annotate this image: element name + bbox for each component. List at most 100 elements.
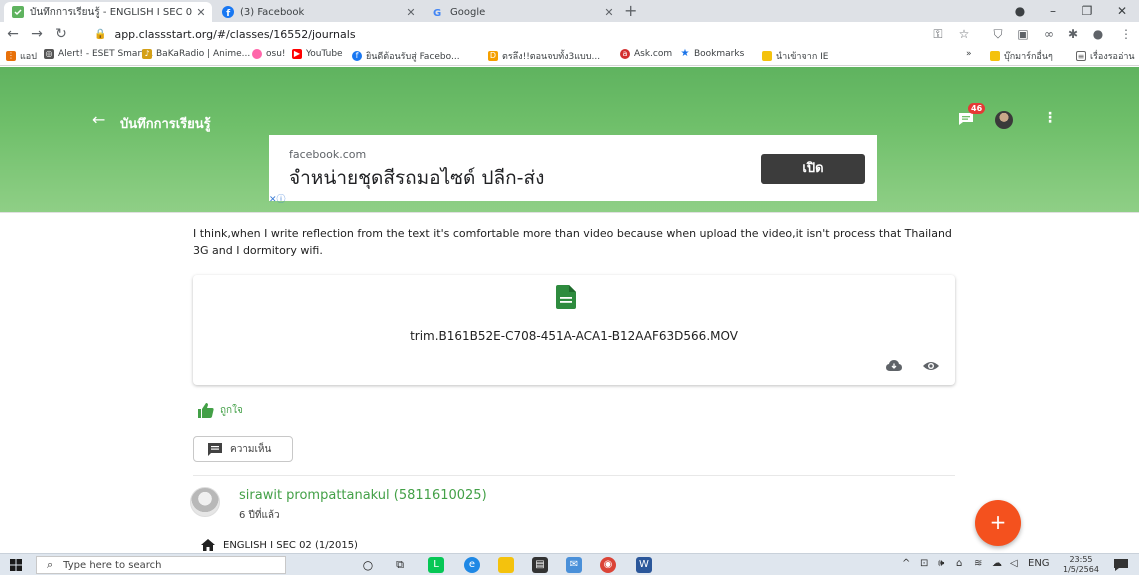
youtube-icon: ▶ xyxy=(292,49,302,59)
tab-title: บันทึกการเรียนรู้ - ENGLISH I SEC 0 xyxy=(30,6,193,18)
journal-text: I think,when I write reflection from the… xyxy=(193,227,952,257)
chrome-icon[interactable]: ◉ xyxy=(600,557,616,573)
ad-domain: facebook.com xyxy=(289,148,367,161)
wifi-icon[interactable]: ≋ xyxy=(974,558,982,569)
star-icon[interactable]: ☆ xyxy=(956,26,972,42)
back-arrow-icon[interactable]: ← xyxy=(92,110,105,129)
restore-button[interactable]: ❐ xyxy=(1077,1,1097,21)
more-vert-icon[interactable]: ⋮ xyxy=(1043,110,1057,126)
tab-facebook[interactable]: f (3) Facebook ✕ xyxy=(214,2,422,22)
bookmark-import-ie[interactable]: นำเข้าจาก IE xyxy=(762,49,828,63)
add-fab-button[interactable]: + xyxy=(975,500,1021,546)
tab-title: (3) Facebook xyxy=(240,6,305,18)
chevron-up-icon[interactable]: ^ xyxy=(902,558,910,569)
lock-icon: 🔒 xyxy=(94,28,107,40)
language-indicator[interactable]: ENG xyxy=(1028,558,1050,569)
bookmark-youtube[interactable]: ▶ YouTube xyxy=(292,49,343,59)
volume-icon[interactable]: 🕪 xyxy=(938,558,944,569)
osu-icon xyxy=(252,49,262,59)
back-arrow-icon[interactable]: ← xyxy=(4,24,22,44)
clock-time: 23:55 xyxy=(1069,555,1093,564)
taskbar-search-input[interactable]: ⌕ Type here to search xyxy=(36,556,286,574)
profile-avatar-icon[interactable]: ● xyxy=(1090,26,1106,42)
line-app-icon[interactable]: L xyxy=(428,557,444,573)
bookmark-bakaradio[interactable]: ♪ BaKaRadio | Anime... xyxy=(142,49,250,59)
like-button[interactable]: ถูกใจ xyxy=(198,403,243,418)
bookmark-bookmarks[interactable]: ★ Bookmarks xyxy=(680,49,745,60)
attachment-card[interactable]: trim.B161B52E-C708-451A-ACA1-B12AAF63D56… xyxy=(193,275,955,385)
ad-headline: จำหน่ายชุดสีรถมอไซด์ ปลีก-ส่ง xyxy=(289,167,545,189)
network-icon[interactable]: ⌂ xyxy=(956,558,962,569)
bookmark-osu[interactable]: osu! xyxy=(252,49,286,59)
tray-app-icon[interactable]: ⊡ xyxy=(920,558,928,569)
system-clock[interactable]: 23:55 1/5/2564 xyxy=(1063,555,1099,575)
search-placeholder: Type here to search xyxy=(63,559,162,571)
folder-icon xyxy=(990,51,1000,61)
forward-arrow-icon[interactable]: → xyxy=(28,24,46,44)
chat-bubble-icon xyxy=(959,113,973,125)
minimize-button[interactable]: – xyxy=(1043,1,1063,21)
eye-icon[interactable] xyxy=(923,359,939,373)
tab-google[interactable]: G Google ✕ xyxy=(424,2,620,22)
avatar[interactable] xyxy=(190,487,220,517)
close-icon[interactable]: ✕ xyxy=(404,6,418,19)
course-label: ENGLISH I SEC 02 (1/2015) xyxy=(223,539,358,551)
url-text: app.classstart.org/#/classes/16552/journ… xyxy=(114,27,356,41)
comment-button[interactable]: ความเห็น xyxy=(193,436,293,462)
cloud-download-icon[interactable] xyxy=(886,359,902,373)
bookmark-label: เรื่องรออ่าน xyxy=(1090,52,1135,62)
search-icon: ⌕ xyxy=(47,558,54,571)
bookmark-overflow[interactable]: » xyxy=(966,49,972,59)
apps-grid-icon: ⋮ xyxy=(6,51,16,61)
window-close-button[interactable]: ✕ xyxy=(1112,1,1132,21)
avatar[interactable] xyxy=(995,111,1013,129)
cortana-icon[interactable]: ○ xyxy=(360,557,376,573)
new-tab-button[interactable]: + xyxy=(624,2,637,20)
address-bar[interactable]: 🔒 app.classstart.org/#/classes/16552/jou… xyxy=(94,24,854,44)
page-title: บันทึกการเรียนรู้ xyxy=(120,117,211,132)
browser-tab-bar: บันทึกการเรียนรู้ - ENGLISH I SEC 0 ✕ f … xyxy=(0,0,1139,22)
ad-open-button[interactable]: เปิด xyxy=(761,154,865,184)
classstart-favicon-icon xyxy=(12,6,24,18)
profile-circle-icon[interactable]: ● xyxy=(1010,1,1030,21)
reload-icon[interactable]: ↻ xyxy=(52,24,70,44)
ad-banner[interactable]: facebook.com จำหน่ายชุดสีรถมอไซด์ ปลีก-ส… xyxy=(269,135,877,205)
speaker-mute-icon[interactable]: ◁ xyxy=(1010,558,1018,569)
bookmark-label: BaKaRadio | Anime... xyxy=(156,49,251,59)
windows-start-icon[interactable] xyxy=(10,559,22,571)
bookmark-dailymotion[interactable]: D ตรลึง!!ตอนจบทั้ง3แบบ... xyxy=(488,49,600,63)
author-name-link[interactable]: sirawit prompattanakul (5811610025) xyxy=(239,488,487,503)
edge-icon[interactable]: e xyxy=(464,557,480,573)
bookmark-facebook[interactable]: f ยินดีต้อนรับสู่ Facebo... xyxy=(352,49,460,63)
bookmark-reading-list[interactable]: ≡ เรื่องรออ่าน xyxy=(1076,49,1135,63)
windows-taskbar: ⌕ Type here to search ○ ⧉ L e ▤ ✉ ◉ W ^ … xyxy=(0,553,1139,575)
store-icon[interactable]: ▤ xyxy=(532,557,548,573)
course-link[interactable]: ENGLISH I SEC 02 (1/2015) xyxy=(201,539,358,551)
bookmark-other[interactable]: บุ๊กมาร์กอื่นๆ xyxy=(990,49,1053,63)
shield-extension-icon[interactable]: ⛉ xyxy=(990,26,1006,42)
bookmark-ask[interactable]: a Ask.com xyxy=(620,49,672,59)
puzzle-icon[interactable]: ✱ xyxy=(1065,26,1081,42)
action-center-icon[interactable] xyxy=(1113,557,1129,573)
bookmark-apps[interactable]: ⋮ แอป xyxy=(6,49,37,63)
close-icon[interactable]: ✕ xyxy=(194,6,208,19)
extension-icon[interactable]: ▣ xyxy=(1015,26,1031,42)
bookmark-label: นำเข้าจาก IE xyxy=(776,52,829,62)
key-icon[interactable]: ⚿ xyxy=(930,26,946,42)
ad-choices-icon[interactable]: ✕ⓘ xyxy=(269,192,286,205)
clock-date: 1/5/2564 xyxy=(1063,565,1099,574)
file-document-icon xyxy=(556,285,576,309)
ask-icon: a xyxy=(620,49,630,59)
close-icon[interactable]: ✕ xyxy=(602,6,616,19)
mail-app-icon[interactable]: ✉ xyxy=(566,557,582,573)
tab-classstart-journal[interactable]: บันทึกการเรียนรู้ - ENGLISH I SEC 0 ✕ xyxy=(4,2,212,22)
word-icon[interactable]: W xyxy=(636,557,652,573)
kebab-menu-icon[interactable]: ⋮ xyxy=(1118,26,1134,42)
task-view-icon[interactable]: ⧉ xyxy=(392,557,408,573)
file-explorer-icon[interactable] xyxy=(498,557,514,573)
bookmark-eset[interactable]: ◎ Alert! - ESET Smart... xyxy=(44,49,153,59)
bookmark-label: » xyxy=(966,49,972,59)
bookmark-label: แอป xyxy=(20,52,37,62)
cloud-icon[interactable]: ☁ xyxy=(992,558,1002,569)
link-extension-icon[interactable]: ∞ xyxy=(1041,26,1057,42)
